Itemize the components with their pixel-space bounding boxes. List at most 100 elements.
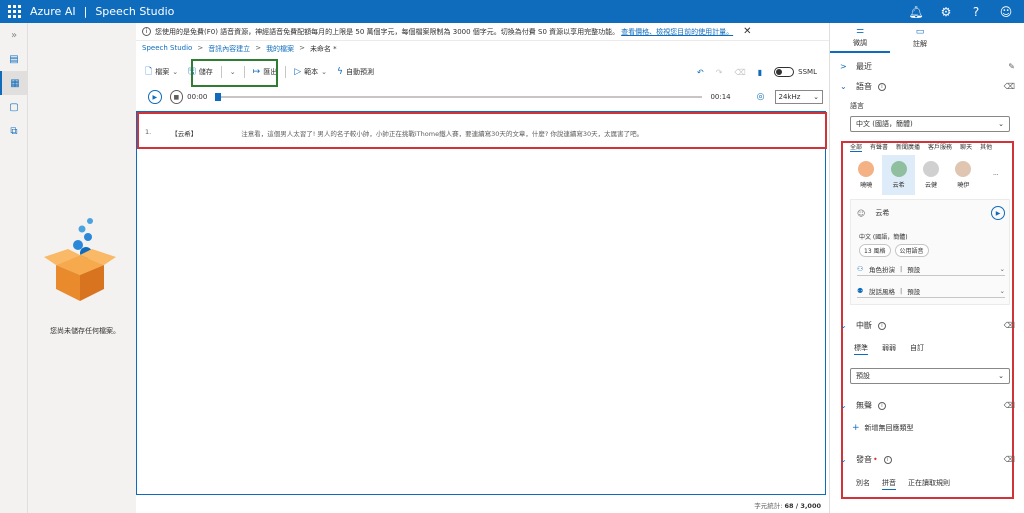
book-icon[interactable]: ▤ bbox=[0, 47, 28, 71]
public-voice-badge: 公用語音 bbox=[894, 244, 929, 257]
tab-other[interactable]: 其他 bbox=[980, 142, 992, 152]
eraser-icon[interactable]: ⌫ bbox=[734, 68, 745, 77]
help-icon[interactable]: ? bbox=[968, 5, 984, 19]
pronunciation-section[interactable]: ⌄ 發音 • i ⌫ bbox=[840, 454, 1015, 465]
chevron-down-icon: ⌄ bbox=[840, 321, 847, 330]
voice-option[interactable]: 云希 bbox=[882, 155, 915, 195]
play-button[interactable]: ▶ bbox=[148, 90, 162, 104]
voice-tag[interactable]: 【云希】 bbox=[171, 128, 197, 138]
bookmark-icon[interactable]: ▮ bbox=[758, 68, 762, 77]
eraser-icon[interactable]: ⌫ bbox=[1004, 455, 1015, 464]
tab-tuning[interactable]: ⚌ 微調 bbox=[830, 23, 890, 53]
eraser-icon[interactable]: ⌫ bbox=[1004, 401, 1015, 410]
files-panel: 您尚未儲存任何檔案。 bbox=[28, 23, 136, 513]
breadcrumb-speech-studio[interactable]: Speech Studio bbox=[142, 44, 192, 54]
breadcrumb-my-files[interactable]: 我的檔案 bbox=[266, 44, 294, 54]
settings-icon[interactable]: ⚙ bbox=[938, 5, 954, 19]
document-icon[interactable]: ▦ bbox=[0, 71, 28, 95]
tab-weak[interactable]: 弱弱 bbox=[882, 343, 896, 355]
chevron-down-icon: ⌄ bbox=[321, 68, 328, 76]
person-icon: ☺ bbox=[857, 208, 866, 218]
silence-section[interactable]: ⌄ 無聲 i ⌫ bbox=[840, 400, 1015, 411]
chevron-right-icon: > bbox=[840, 62, 847, 71]
tuning-panel: ⚌ 微調 ▭ 註解 > 最近 ✎ ⌄ 語音 i ⌫ 語言 中文 (國語，簡體) … bbox=[829, 23, 1024, 513]
stop-button[interactable]: ■ bbox=[169, 90, 184, 104]
voice-option[interactable]: 曉伊 bbox=[947, 155, 979, 195]
undo-icon[interactable]: ↶ bbox=[697, 68, 704, 77]
tab-newscast[interactable]: 新聞廣播 bbox=[896, 142, 920, 152]
avatar bbox=[858, 161, 875, 177]
editor-area: i 您使用的是免費(F0) 語音資源，神經語音免費配額每月的上限是 50 萬個字… bbox=[136, 23, 829, 513]
pronunciation-tabs: 別名 拼音 正在讀取規則 bbox=[856, 478, 950, 490]
language-select[interactable]: 中文 (國語，簡體) ⌄ bbox=[850, 116, 1010, 132]
more-icon[interactable]: ··· bbox=[980, 155, 1012, 195]
breadcrumb-audio-content[interactable]: 音訊內容建立 bbox=[208, 44, 250, 54]
close-icon[interactable]: ✕ bbox=[743, 26, 751, 37]
line-number: 1. bbox=[145, 128, 152, 136]
notification-icon[interactable]: 🔔︎ bbox=[908, 5, 924, 19]
chevron-down-icon: ⌄ bbox=[999, 286, 1005, 295]
voice-option[interactable]: 曉曉 bbox=[850, 155, 882, 195]
break-section[interactable]: ⌄ 中斷 i ⌫ bbox=[840, 320, 1015, 331]
add-silence-button[interactable]: + 新增無回應類型 bbox=[852, 423, 914, 433]
chevron-down-icon: ⌄ bbox=[998, 120, 1004, 128]
preview-play-button[interactable]: ▶ bbox=[991, 206, 1005, 220]
redo-icon[interactable]: ↷ bbox=[716, 68, 723, 77]
title-separator: | bbox=[83, 5, 88, 18]
ssml-toggle[interactable] bbox=[774, 67, 795, 77]
tab-comments[interactable]: ▭ 註解 bbox=[890, 23, 950, 53]
app-launcher-icon[interactable] bbox=[8, 5, 22, 19]
speed-icon[interactable]: ◎ bbox=[757, 92, 765, 102]
line-text[interactable]: 注意看，這個男人太習了! 男人的名子較小帥，小帥正在挑戰iThome鐵人賽，要連… bbox=[241, 128, 643, 138]
eraser-icon[interactable]: ⌫ bbox=[1004, 321, 1015, 330]
char-count: 字元統計: 68 / 3,000 bbox=[754, 502, 821, 510]
quota-banner: i 您使用的是免費(F0) 語音資源，神經語音免費配額每月的上限是 50 萬個字… bbox=[136, 23, 829, 41]
speaking-style-select[interactable]: ⚉ 說話風格 | 預設 ⌄ bbox=[857, 284, 1005, 298]
tab-reading-rules[interactable]: 正在讀取規則 bbox=[908, 478, 950, 490]
chevron-down-icon: ⌄ bbox=[840, 401, 847, 410]
edit-icon[interactable]: ✎ bbox=[1008, 62, 1015, 71]
left-rail: » ▤ ▦ ▢ ⧉ bbox=[0, 23, 28, 513]
text-editor[interactable]: 1. 【云希】 注意看，這個男人太習了! 男人的名子較小帥，小帥正在挑戰iTho… bbox=[136, 111, 827, 495]
progress-slider[interactable] bbox=[215, 93, 703, 101]
speaking-style-icon: ⚉ bbox=[857, 286, 864, 295]
voice-section[interactable]: ⌄ 語音 i ⌫ bbox=[840, 81, 1015, 92]
app-title[interactable]: Speech Studio bbox=[95, 5, 174, 18]
tab-customer-service[interactable]: 客戶服務 bbox=[928, 142, 952, 152]
banner-text: 您使用的是免費(F0) 語音資源，神經語音免費配額每月的上限是 50 萬個字元，… bbox=[155, 27, 620, 36]
empty-files-text: 您尚未儲存任何檔案。 bbox=[50, 327, 120, 335]
role-icon: ⚇ bbox=[857, 264, 864, 273]
sliders-icon: ⚌ bbox=[855, 26, 865, 36]
time-start: 00:00 bbox=[187, 93, 208, 101]
lightning-icon: ϟ bbox=[337, 67, 343, 77]
tab-audiobook[interactable]: 有聲書 bbox=[870, 142, 888, 152]
tab-pinyin[interactable]: 拼音 bbox=[882, 478, 896, 490]
recent-section[interactable]: > 最近 ✎ bbox=[840, 61, 1015, 72]
break-select[interactable]: 預設 ⌄ bbox=[850, 368, 1010, 384]
ssml-label: SSML bbox=[798, 68, 817, 76]
role-select[interactable]: ⚇ 角色扮演 | 預設 ⌄ bbox=[857, 262, 1005, 276]
info-icon: i bbox=[142, 27, 151, 36]
tab-standard[interactable]: 標準 bbox=[854, 343, 868, 355]
template-button[interactable]: ▷ 範本 ⌄ bbox=[289, 63, 332, 81]
editor-line[interactable]: 1. 【云希】 注意看，這個男人太習了! 男人的名子較小帥，小帥正在挑戰iTho… bbox=[145, 128, 643, 138]
avatar bbox=[890, 161, 907, 177]
empty-box-icon bbox=[44, 218, 116, 301]
voice-option[interactable]: 云健 bbox=[915, 155, 947, 195]
template-icon: ▷ bbox=[294, 67, 302, 77]
product-name[interactable]: Azure AI bbox=[30, 5, 76, 18]
expand-icon[interactable]: » bbox=[0, 23, 28, 47]
tab-chat[interactable]: 聊天 bbox=[960, 142, 972, 152]
selected-voice-language: 中文 (國語，簡體) bbox=[859, 234, 908, 241]
file-menu-button[interactable]: 🗋︎ 檔案 ⌄ bbox=[140, 63, 183, 81]
eraser-icon[interactable]: ⌫ bbox=[1004, 82, 1015, 91]
tab-all[interactable]: 全部 bbox=[850, 142, 863, 152]
feedback-icon[interactable]: ☺ bbox=[998, 5, 1014, 19]
tab-alias[interactable]: 別名 bbox=[856, 478, 870, 490]
sample-rate-select[interactable]: 24kHz ⌄ bbox=[774, 90, 824, 104]
auto-predict-button[interactable]: ϟ 自動預測 bbox=[332, 63, 379, 81]
tab-custom[interactable]: 自訂 bbox=[910, 343, 924, 355]
share-icon[interactable]: ⧉ bbox=[0, 119, 28, 143]
pricing-link[interactable]: 查看價格、檢視您目前的使用計量。 bbox=[621, 27, 733, 37]
clipboard-icon[interactable]: ▢ bbox=[0, 95, 28, 119]
